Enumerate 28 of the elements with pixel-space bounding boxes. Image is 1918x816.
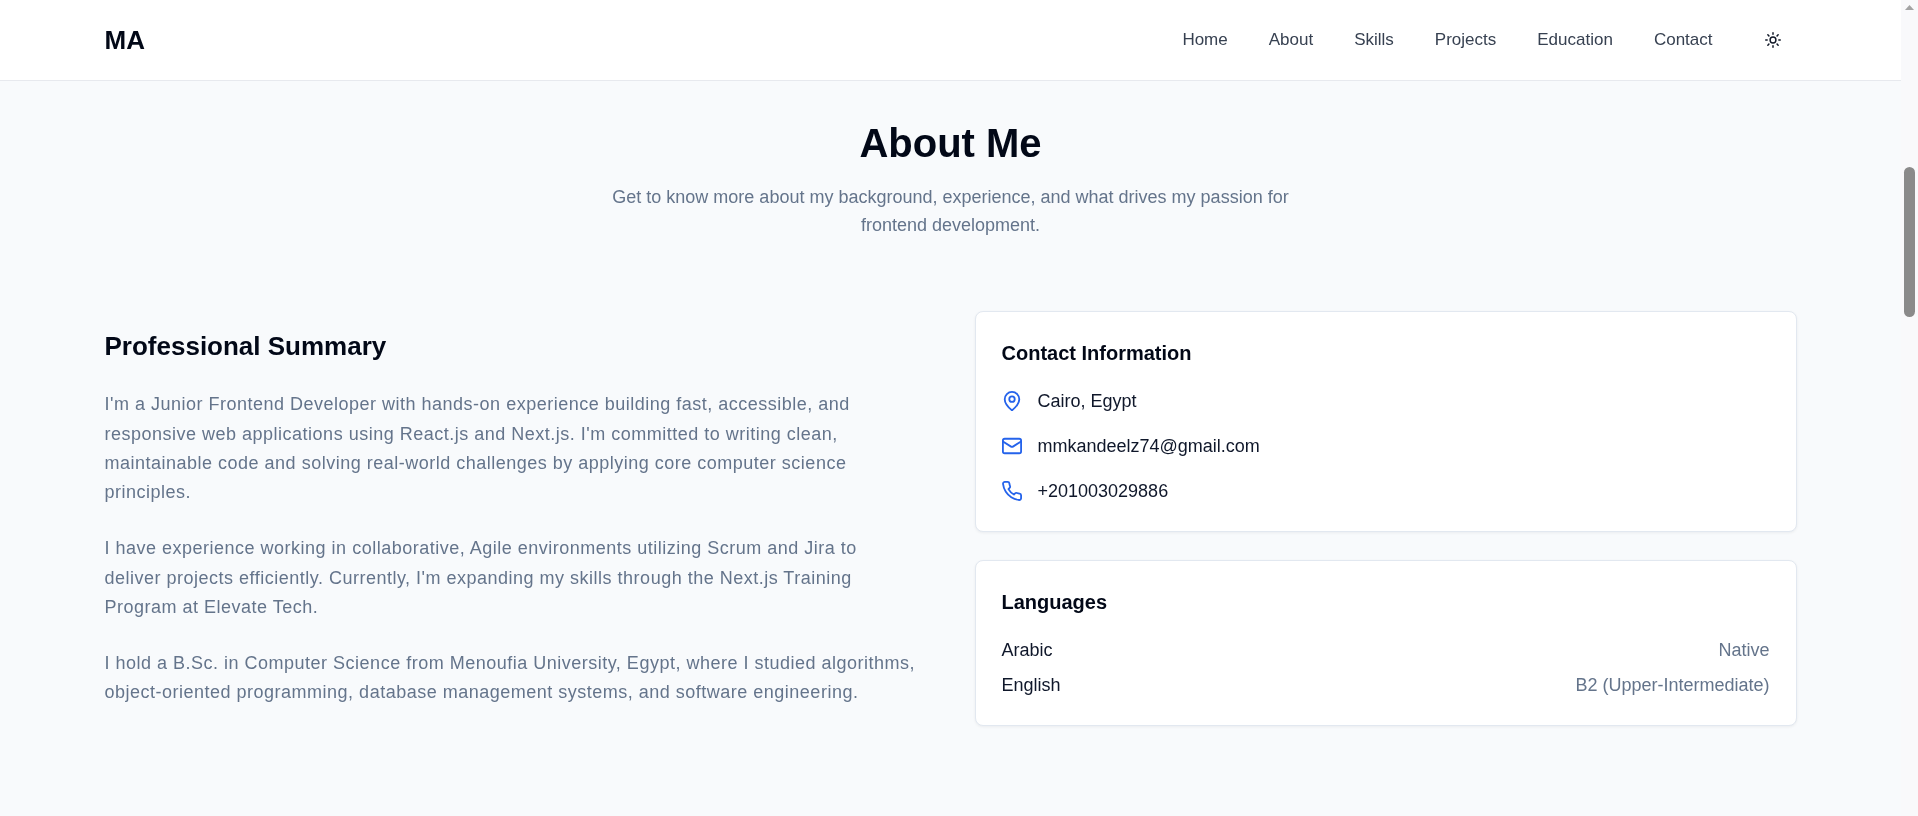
- phone-icon: [1001, 481, 1022, 501]
- sun-icon: [1764, 32, 1781, 48]
- section-title: About Me: [858, 120, 1043, 167]
- language-name: English: [1001, 674, 1061, 697]
- scrollbar-thumb[interactable]: [1904, 167, 1915, 317]
- nav-link[interactable]: Contact: [1653, 27, 1713, 53]
- nav-link[interactable]: Projects: [1434, 27, 1497, 53]
- nav-link[interactable]: Home: [1182, 27, 1228, 53]
- brand-logo[interactable]: MA: [104, 20, 145, 60]
- nav-link[interactable]: Education: [1537, 27, 1613, 53]
- summary-paragraph: I'm a Junior Frontend Developer with hands-on experience building fast, accessible, and responsive web applications using React.js and Next.js. I'm committed to writing clean, maintainable code and solving real-world challenges by applying core computer science principles.: [104, 393, 851, 505]
- language-name: Arabic: [1001, 639, 1053, 662]
- summary-paragraph: I have experience working in collaborative, Agile environments utilizing Scrum and Jira to deliver projects efficiently. Currently, I'm expanding my skills through the Next.js Training Program at Elevate Tech.: [104, 537, 858, 619]
- location-text: Cairo, Egypt: [1037, 390, 1137, 413]
- card-title: Languages: [1001, 590, 1109, 615]
- envelope-icon: [1001, 436, 1022, 456]
- summary-paragraph: I hold a B.Sc. in Computer Science from Menoufia University, Egypt, where I studied algorithms, object-oriented programming, database management systems, and software engineering.: [104, 652, 916, 705]
- summary-heading: Professional Summary: [104, 330, 388, 364]
- language-proficiency: B2 (Upper-Intermediate): [1575, 674, 1770, 697]
- nav-link[interactable]: About: [1268, 27, 1314, 53]
- section-subtitle: Get to know more about my background, experience, and what drives my passion for frontend development.: [611, 186, 1290, 237]
- phone-number: +201003029886: [1037, 480, 1169, 503]
- card-title: Contact Information: [1001, 341, 1193, 366]
- nav-link[interactable]: Skills: [1354, 27, 1394, 53]
- language-proficiency: Native: [1718, 639, 1770, 662]
- map-pin-icon: [1001, 391, 1022, 411]
- scroll-up-arrow-icon[interactable]: [1905, 5, 1914, 10]
- email-address: mmkandeelz74@gmail.com: [1037, 435, 1260, 458]
